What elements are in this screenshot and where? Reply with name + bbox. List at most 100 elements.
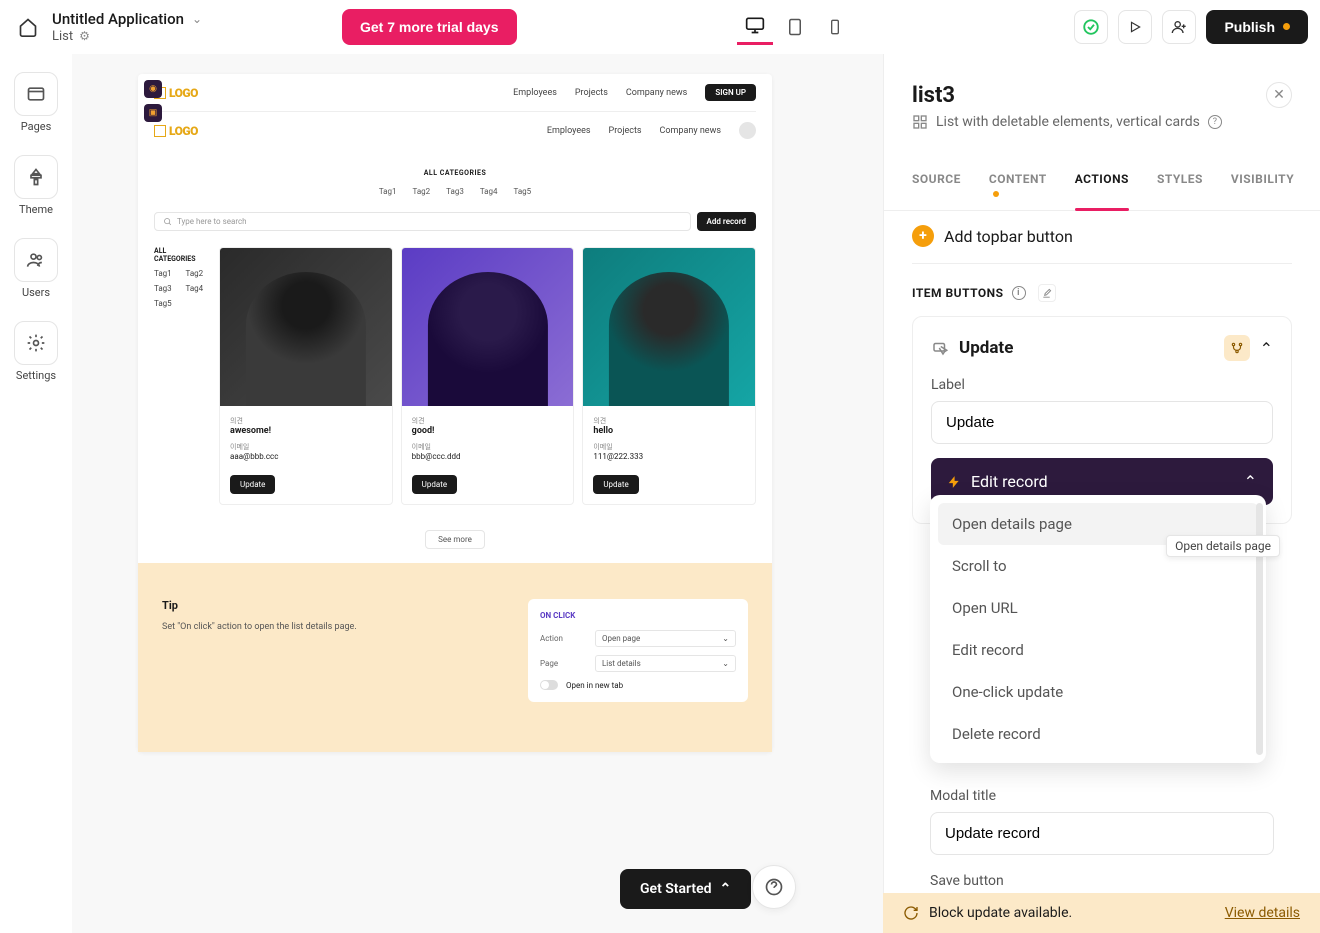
card-image [402,248,574,406]
app-title[interactable]: Untitled Application [52,10,184,28]
tip-toggle [540,680,558,690]
preview-variant-icon-1[interactable]: ◉ [144,80,162,98]
side-tag[interactable]: Tag4 [186,284,210,293]
panel-subtitle: List with deletable elements, vertical c… [936,114,1200,130]
sidebar-item-pages[interactable]: Pages [14,72,58,133]
nav-employees[interactable]: Employees [513,88,557,98]
side-tag[interactable]: Tag1 [154,269,178,278]
users-icon [26,250,46,270]
preview-canvas[interactable]: ◉ ▣ LOGO Employees Projects Company news… [138,74,772,752]
view-details-link[interactable]: View details [1225,905,1300,921]
section-heading: ITEM BUTTONS [912,286,1004,300]
home-button[interactable] [12,11,44,43]
dropdown-item[interactable]: Delete record [938,713,1258,755]
dropdown-item[interactable]: Open URL [938,587,1258,629]
mobile-icon [827,19,843,35]
refresh-icon [903,905,919,921]
tab-source[interactable]: SOURCE [912,162,961,210]
plus-icon: + [912,225,934,247]
status-check-button[interactable] [1074,10,1108,44]
check-circle-icon [1082,18,1100,36]
sidebar-item-settings[interactable]: Settings [14,321,58,382]
dropdown-item[interactable]: Edit record [938,629,1258,671]
tag-link[interactable]: Tag4 [480,187,498,196]
home-icon [18,17,38,37]
nav-company-news-2[interactable]: Company news [660,126,721,136]
side-tag[interactable]: Tag5 [154,299,178,308]
style-brush-button[interactable] [1038,284,1056,302]
desktop-device-button[interactable] [737,9,773,45]
modal-title-input[interactable] [930,812,1274,855]
help-button[interactable] [752,865,796,909]
play-icon [1128,20,1142,34]
invite-user-button[interactable] [1162,10,1196,44]
add-topbar-button[interactable]: + Add topbar button [912,225,1292,264]
list-card[interactable]: 의견 good! 이메일 bbb@ccc.ddd Update [401,247,575,505]
info-icon[interactable]: i [1012,286,1026,300]
tag-link[interactable]: Tag3 [446,187,464,196]
signup-button[interactable]: SIGN UP [705,84,756,101]
info-icon[interactable]: ? [1208,115,1222,129]
nav-employees-2[interactable]: Employees [547,126,591,136]
desktop-icon [745,15,765,35]
tab-actions[interactable]: ACTIONS [1075,162,1129,210]
tab-visibility[interactable]: VISIBILITY [1231,162,1294,210]
list-card[interactable]: 의견 awesome! 이메일 aaa@bbb.ccc Update [219,247,393,505]
breadcrumb-page[interactable]: List [52,29,73,44]
tip-action-select: Open page⌄ [595,630,736,647]
search-icon [163,217,172,226]
publish-label: Publish [1224,19,1275,35]
pending-dot-icon [993,191,999,197]
preview-button[interactable] [1118,10,1152,44]
tag-link[interactable]: Tag2 [412,187,430,196]
card-update-button[interactable]: Update [230,475,275,494]
label-field-label: Label [931,377,1273,393]
theme-icon [26,167,46,187]
chevron-up-icon: ⌃ [1244,472,1257,491]
dropdown-item[interactable]: One-click update [938,671,1258,713]
modal-title-label: Modal title [930,788,1274,804]
list-card[interactable]: 의견 hello 이메일 111@222.333 Update [582,247,756,505]
sidebar-item-theme[interactable]: Theme [14,155,58,216]
gear-icon[interactable]: ⚙ [79,29,90,43]
nav-projects-2[interactable]: Projects [609,126,642,136]
add-record-button[interactable]: Add record [697,212,756,231]
card-update-button[interactable]: Update [593,475,638,494]
tablet-icon [786,18,804,36]
side-categories-heading: ALL CATEGORIES [154,247,209,263]
sidebar-item-label: Pages [21,120,52,133]
side-tag[interactable]: Tag3 [154,284,178,293]
publish-button[interactable]: Publish [1206,10,1308,44]
tip-page-select: List details⌄ [595,655,736,672]
trial-button[interactable]: Get 7 more trial days [342,9,517,45]
sidebar-item-users[interactable]: Users [14,238,58,299]
tip-text: Set "On click" action to open the list d… [162,622,498,632]
update-banner: Block update available. View details [883,893,1320,933]
get-started-button[interactable]: Get Started ⌃ [620,869,751,909]
tag-link[interactable]: Tag1 [379,187,397,196]
see-more-button[interactable]: See more [425,530,485,549]
chevron-up-icon[interactable]: ⌃ [1260,339,1273,358]
card-update-button[interactable]: Update [412,475,457,494]
tablet-device-button[interactable] [777,9,813,45]
pending-dot-icon [1283,23,1290,30]
preview-variant-icon-2[interactable]: ▣ [144,104,162,122]
tab-content[interactable]: CONTENT [989,162,1047,210]
nav-company-news[interactable]: Company news [626,88,687,98]
search-input[interactable]: Type here to search [154,212,691,231]
tag-link[interactable]: Tag5 [514,187,532,196]
user-plus-icon [1171,19,1187,35]
save-button-label: Save button [930,873,1274,889]
close-panel-button[interactable]: ✕ [1266,82,1292,108]
label-input[interactable] [931,401,1273,444]
tab-styles[interactable]: STYLES [1157,162,1203,210]
avatar-icon[interactable] [739,122,756,139]
branch-button[interactable] [1224,335,1250,361]
branch-icon [1230,341,1244,355]
chevron-down-icon[interactable]: ⌄ [192,12,202,26]
mobile-device-button[interactable] [817,9,853,45]
nav-projects[interactable]: Projects [575,88,608,98]
card-image [583,248,755,406]
card-image [220,248,392,406]
side-tag[interactable]: Tag2 [186,269,210,278]
